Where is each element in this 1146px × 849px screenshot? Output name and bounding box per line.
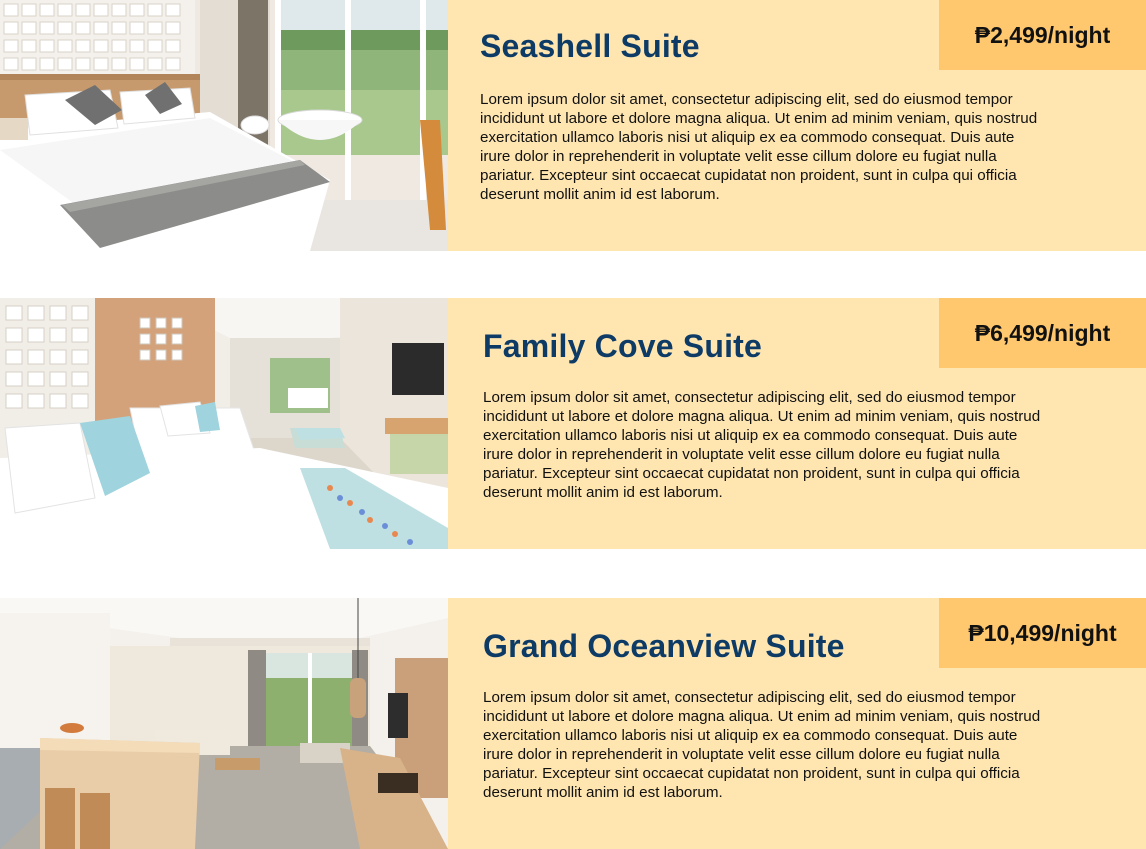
room-description: Lorem ipsum dolor sit amet, consectetur …: [480, 91, 1038, 203]
room-info: Grand Oceanview Suite Lorem ipsum dolor …: [448, 598, 1146, 849]
room-photo[interactable]: [0, 298, 448, 549]
price-badge[interactable]: ₱10,499/night: [939, 598, 1146, 668]
room-title: Family Cove Suite: [483, 328, 763, 364]
room-title: Grand Oceanview Suite: [483, 628, 845, 664]
room-card[interactable]: Seashell Suite Lorem ipsum dolor sit ame…: [0, 0, 1146, 251]
room-info: Seashell Suite Lorem ipsum dolor sit ame…: [448, 0, 1146, 251]
room-card[interactable]: Family Cove Suite Lorem ipsum dolor sit …: [0, 298, 1146, 549]
room-list: Seashell Suite Lorem ipsum dolor sit ame…: [0, 0, 1146, 849]
room-card[interactable]: Grand Oceanview Suite Lorem ipsum dolor …: [0, 598, 1146, 849]
room-photo-illustration: [0, 0, 448, 251]
room-photo[interactable]: [0, 598, 448, 849]
price-badge[interactable]: ₱2,499/night: [939, 0, 1146, 70]
price-badge[interactable]: ₱6,499/night: [939, 298, 1146, 368]
room-photo-illustration: [0, 598, 448, 849]
room-photo-illustration: [0, 298, 448, 549]
room-info: Family Cove Suite Lorem ipsum dolor sit …: [448, 298, 1146, 549]
room-description: Lorem ipsum dolor sit amet, consectetur …: [483, 689, 1041, 801]
room-photo[interactable]: [0, 0, 448, 251]
room-title: Seashell Suite: [480, 28, 700, 64]
room-description: Lorem ipsum dolor sit amet, consectetur …: [483, 389, 1041, 501]
